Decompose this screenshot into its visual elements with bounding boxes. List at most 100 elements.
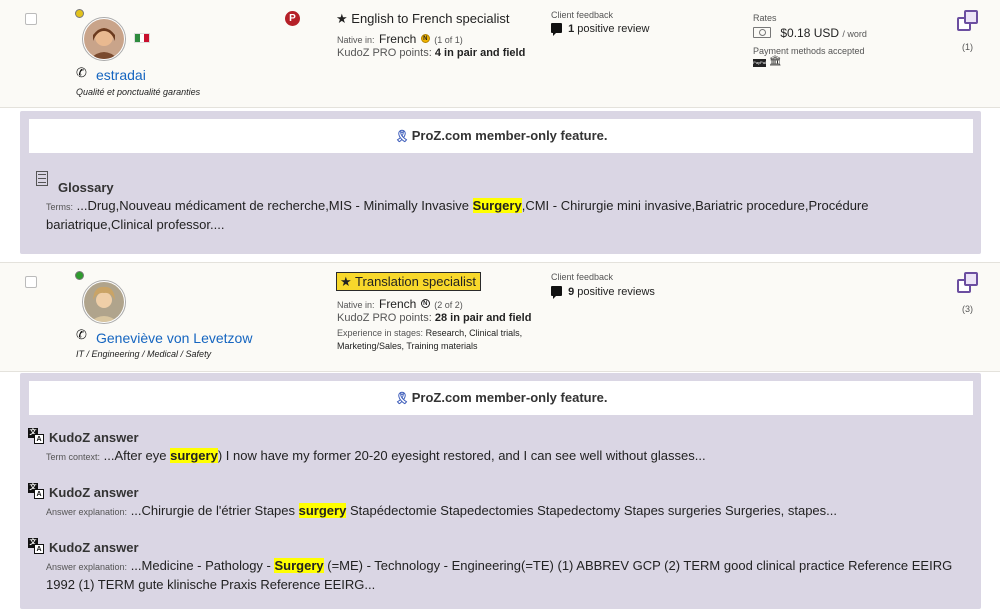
- compare-icon[interactable]: [957, 272, 979, 294]
- native-badge-icon: N: [420, 34, 430, 44]
- specialty-badge[interactable]: ★ Translation specialist: [336, 272, 481, 291]
- select-checkbox[interactable]: [25, 13, 37, 25]
- kudoz-entry: 文 A KudoZ answer Term context: ...After ey…: [28, 428, 968, 466]
- entry-title: KudoZ answer: [49, 430, 139, 445]
- experience: Experience in stages: Research, Clinical…: [337, 327, 537, 353]
- member-feature-text: ProZ.com member-only feature.: [411, 390, 608, 405]
- kudoz-entry: 文 A KudoZ answer Answer explanation: ...Ch…: [28, 483, 968, 521]
- kudoz-points: KudoZ PRO points: 4 in pair and field: [337, 47, 525, 59]
- entry-title-row: 文 A KudoZ answer: [28, 428, 968, 445]
- phone-contact-icon[interactable]: ✆: [76, 65, 87, 81]
- native-label: Native in:: [337, 35, 375, 45]
- entry-title: KudoZ answer: [49, 540, 139, 555]
- entry-label: Answer explanation:: [46, 507, 128, 517]
- experience-value-line2: Marketing/Sales, Training materials: [337, 341, 478, 351]
- username-link[interactable]: Geneviève von Levetzow: [96, 330, 252, 346]
- translator-result-row: ✆ Geneviève von Levetzow IT / Engineerin…: [0, 262, 1000, 372]
- paypal-icon: PayPal: [753, 59, 766, 67]
- feedback-text: positive review: [577, 23, 650, 35]
- search-highlight: surgery: [170, 448, 218, 463]
- entry-label: Terms:: [46, 202, 73, 212]
- feedback-count: 1: [568, 23, 575, 35]
- snippet-before: ...Medicine - Pathology -: [130, 558, 275, 573]
- entry-snippet: Answer explanation: ...Medicine - Pathol…: [28, 557, 968, 593]
- kudoz-translate-icon: 文A: [28, 538, 45, 554]
- translator-result-row: P ✆ estradai Qualité et ponctualité gara…: [0, 0, 1000, 108]
- feedback-count: 9: [568, 286, 575, 298]
- username-link[interactable]: estradai: [96, 67, 146, 83]
- native-language: Native in: French N (1 of 1): [337, 30, 463, 48]
- kudoz-translate-icon: 文A: [28, 428, 45, 444]
- phone-contact-icon[interactable]: ✆: [76, 327, 87, 343]
- feedback-label: Client feedback: [551, 272, 614, 282]
- experience-label: Experience in stages:: [337, 328, 424, 338]
- compare-count: (3): [962, 304, 973, 314]
- entry-label: Term context:: [46, 452, 101, 462]
- snippet-before: ...After eye: [103, 448, 171, 463]
- kudoz-entry: 文 A KudoZ answer Answer explanation: ...Me…: [28, 538, 968, 593]
- native-count: (2 of 2): [434, 300, 463, 310]
- avatar-photo: [84, 19, 124, 59]
- tagline: IT / Engineering / Medical / Safety: [76, 349, 212, 359]
- entry-title-row: 文 A KudoZ answer: [28, 538, 968, 555]
- money-icon: [753, 27, 771, 38]
- search-match-panel: 🎗 ProZ.com member-only feature. 文 A KudoZ a…: [20, 373, 981, 609]
- entry-title-row: 文 A KudoZ answer: [28, 483, 968, 500]
- entry-snippet: Term context: ...After eye surgery) I no…: [28, 447, 968, 466]
- entry-snippet: Terms: ...Drug,Nouveau médicament de rec…: [46, 197, 971, 233]
- avatar-photo: [84, 282, 124, 322]
- kudoz-label: KudoZ PRO points:: [337, 312, 432, 324]
- specialty: ★ English to French specialist: [336, 11, 510, 27]
- native-language-value: French: [378, 32, 417, 46]
- entry-snippet: Answer explanation: ...Chirurgie de l'ét…: [28, 502, 968, 521]
- search-highlight: surgery: [298, 503, 347, 518]
- rates-label: Rates: [753, 13, 777, 23]
- kudoz-translate-icon: 文A: [28, 483, 45, 499]
- native-badge-icon: N: [420, 299, 430, 309]
- kudoz-label: KudoZ PRO points:: [337, 47, 432, 59]
- feedback-text: positive reviews: [577, 286, 655, 298]
- payment-methods-label: Payment methods accepted: [753, 46, 865, 56]
- specialty-label: Translation specialist: [355, 274, 476, 289]
- member-only-feature-bar[interactable]: 🎗 ProZ.com member-only feature.: [29, 381, 973, 415]
- native-language-value: French: [378, 297, 417, 311]
- pro-member-badge-icon[interactable]: P: [285, 11, 300, 26]
- rate-value: $0.18 USD: [780, 26, 840, 40]
- search-highlight: Surgery: [472, 198, 522, 213]
- chat-icon: [551, 23, 562, 36]
- search-highlight: Surgery: [274, 558, 324, 573]
- member-feature-text: ProZ.com member-only feature.: [411, 128, 608, 143]
- native-label: Native in:: [337, 300, 375, 310]
- compare-icon[interactable]: [957, 10, 979, 32]
- ribbon-icon: 🎗: [394, 391, 410, 405]
- compare-count: (1): [962, 42, 973, 52]
- chat-icon: [551, 286, 562, 299]
- bank-icon: 🏛: [769, 56, 782, 67]
- specialty-label: English to French specialist: [351, 11, 510, 26]
- rate-unit: / word: [842, 29, 867, 39]
- tagline: Qualité et ponctualité garanties: [76, 87, 201, 97]
- avatar[interactable]: [82, 280, 126, 324]
- snippet-before: ...Chirurgie de l'étrier Stapes: [130, 503, 299, 518]
- search-match-panel: 🎗 ProZ.com member-only feature. Glossary …: [20, 111, 981, 254]
- snippet-after: ) I now have my former 20-20 eyesight re…: [217, 448, 706, 463]
- native-language: Native in: French N (2 of 2): [337, 295, 463, 313]
- entry-title: Glossary: [58, 180, 114, 195]
- feedback-summary[interactable]: 1 positive review: [551, 23, 650, 36]
- native-count: (1 of 1): [434, 35, 463, 45]
- glossary-icon: [36, 171, 48, 186]
- availability-status-dot: [75, 9, 84, 18]
- select-checkbox[interactable]: [25, 276, 37, 288]
- feedback-summary[interactable]: 9 positive reviews: [551, 286, 655, 299]
- star-icon: ★: [340, 274, 352, 289]
- availability-status-dot: [75, 271, 84, 280]
- kudoz-value: 28 in pair and field: [434, 312, 532, 324]
- avatar[interactable]: [82, 17, 126, 61]
- snippet-before: ...Drug,Nouveau médicament de recherche,…: [76, 198, 473, 213]
- experience-value-line1: Research, Clinical trials,: [425, 328, 523, 338]
- ribbon-icon: 🎗: [394, 129, 410, 143]
- mexico-flag-icon: [134, 33, 150, 43]
- kudoz-points: KudoZ PRO points: 28 in pair and field: [337, 312, 531, 324]
- star-icon: ★: [336, 11, 348, 26]
- member-only-feature-bar[interactable]: 🎗 ProZ.com member-only feature.: [29, 119, 973, 153]
